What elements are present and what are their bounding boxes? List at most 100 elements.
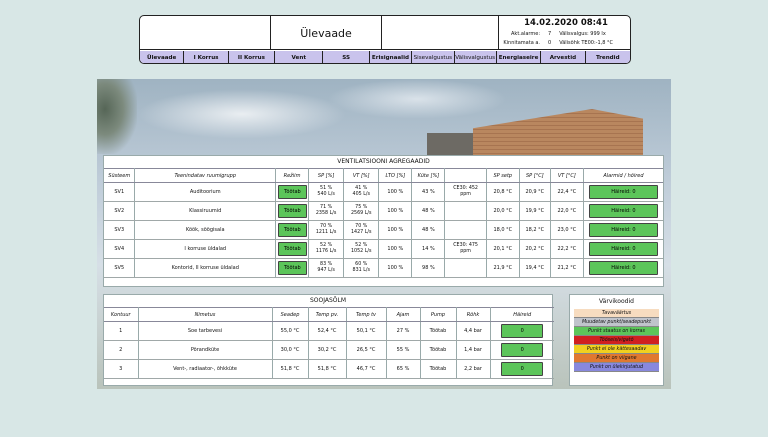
alarm-button[interactable]: 0 [501,343,544,357]
unacked-alarms-count: 0 [548,40,552,46]
table-row[interactable]: SV1 Auditoorium Töötab 51 % 540 L/s 41 % 4… [104,182,663,202]
actuator: 55 % [386,340,421,360]
color-legend-panel: Värvikoodid Tavaväärtus Muudetav punkt/s… [569,294,664,386]
col-reziim: Režiim [275,168,310,183]
room-group: Klassiruumid [134,201,276,221]
legend-item: Punkt ei ole kättesaadav [574,345,659,354]
pressure: 4,4 bar [456,321,491,341]
mode-badge[interactable]: Töötab [278,204,307,218]
circuit-id: 1 [104,321,139,341]
circuit-name: Vent-, radiaator-, õhkküte [138,359,273,379]
nav-ulevaade[interactable]: Ülevaade [140,51,185,63]
col-susteem: Süsteem [104,168,136,183]
heating-title: SOOJASÕLM [309,297,347,304]
mode-badge[interactable]: Töötab [278,223,307,237]
header-spacer [382,16,499,50]
nav-ss[interactable]: SS [323,51,370,63]
alarm-button[interactable]: Häireid: 0 [588,242,658,256]
table-row[interactable]: 1 Soe tarbevesi 55,0 °C 52,4 °C 50,1 °C … [104,321,554,341]
heating-header-row: Kontuur Nimetus Seadep Temp pv. Temp tv … [104,307,554,322]
temp-supply: 52,4 °C [308,321,347,341]
system-id: SV3 [104,220,136,240]
col-pump: Pump [420,307,457,322]
alarm-button[interactable]: 0 [501,362,544,376]
kute-value: 48 % [411,201,446,221]
co2-unit: ppm [460,249,471,254]
supply-temp: 20,9 °C [519,182,551,202]
setpoint[interactable]: 30,0 °C [272,340,309,360]
header-top: Ülevaade 14.02.2020 08:41 Akt.alarme: 7 … [140,16,630,50]
extract-temp: 23,0 °C [550,220,584,240]
lto-value: 100 % [378,258,413,278]
alarm-button[interactable]: Häireid: 0 [588,185,658,199]
pump-status: Töötab [420,359,457,379]
col-sp-pct: SP [%] [308,168,345,183]
col-temp-tv: Temp tv [346,307,387,322]
nav-energiaseire[interactable]: Energiaseire [497,51,542,63]
legend-item: Tavaväärtus [574,309,659,318]
nav-sisevalgustus[interactable]: Sisevalgustus [412,51,455,63]
col-lto: LTO [%] [378,168,413,183]
actuator: 27 % [386,321,421,341]
col-sp-setp: SP setp [486,168,520,183]
kute-value: 43 % [411,182,446,202]
nav-arvestid[interactable]: Arvestid [541,51,586,63]
sp-setpoint[interactable]: 20,8 °C [486,182,520,202]
vt-flow: 1052 L/s [350,249,372,254]
sp-flow: 540 L/s [317,192,335,197]
ventilation-title: VENTILATSIOONI AGREGAADID [337,158,430,165]
supply-temp: 19,4 °C [519,258,551,278]
legend-item: Punkt on viigane [574,354,659,363]
nav-i-korrus[interactable]: I Korrus [184,51,229,63]
unacked-alarms-label: Kinnitamata a. [503,40,540,46]
col-sp-c: SP [°C] [519,168,551,183]
legend-item: Punkt on ülekirjutatud [574,363,659,372]
setpoint[interactable]: 55,0 °C [272,321,309,341]
pressure: 1,4 bar [456,340,491,360]
alarm-button[interactable]: 0 [501,324,544,338]
sp-flow: 947 L/s [317,268,335,273]
table-row[interactable]: SV2 Klassiruumid Töötab 71 % 2358 L/s 75 … [104,201,663,221]
heating-table: Kontuur Nimetus Seadep Temp pv. Temp tv … [104,307,554,379]
nav-ii-korrus[interactable]: II Korrus [229,51,276,63]
table-row[interactable]: 2 Põrandküte 30,0 °C 30,2 °C 26,5 °C 55 … [104,340,554,360]
nav-erisignaalid[interactable]: Erisignaalid [370,51,413,63]
nav-valisvalgustus[interactable]: Välisvalgustus [455,51,497,63]
room-group: Kontorid, II korruse üldalad [134,258,276,278]
extract-temp: 21,2 °C [550,258,584,278]
col-co2 [444,168,487,183]
setpoint[interactable]: 51,8 °C [272,359,309,379]
alarm-button[interactable]: Häireid: 0 [588,204,658,218]
vt-flow: 1427 L/s [350,230,372,235]
kute-value: 14 % [411,239,446,259]
alarm-button[interactable]: Häireid: 0 [588,223,658,237]
system-id: SV1 [104,182,136,202]
room-group: Auditoorium [134,182,276,202]
sp-setpoint[interactable]: 18,0 °C [486,220,520,240]
table-row[interactable]: SV3 Köök, söögisala Töötab 70 % 1211 L/s … [104,220,663,240]
circuit-id: 2 [104,340,139,360]
table-row[interactable]: SV5 Kontorid, II korruse üldalad Töötab … [104,258,663,278]
sp-setpoint[interactable]: 20,0 °C [486,201,520,221]
mode-badge[interactable]: Töötab [278,261,307,275]
nav-vent[interactable]: Vent [275,51,324,63]
sp-setpoint[interactable]: 20,1 °C [486,239,520,259]
table-row[interactable]: 3 Vent-, radiaator-, õhkküte 51,8 °C 51,… [104,359,554,379]
temp-return: 50,1 °C [346,321,387,341]
sp-flow: 1176 L/s [315,249,337,254]
alarm-button[interactable]: Häireid: 0 [588,261,658,275]
vt-flow: 405 L/s [352,192,370,197]
col-kontuur: Kontuur [104,307,139,322]
table-row[interactable]: SV4 I korruse üldalad Töötab 52 % 1176 L/… [104,239,663,259]
mode-badge[interactable]: Töötab [278,242,307,256]
unacked-alarms-row: Kinnitamata a. 0 Välisõhk TE00:-1,8 °C [502,40,613,46]
ventilation-panel: VENTILATSIOONI AGREGAADID Süsteem Teenin… [103,155,664,287]
sp-setpoint[interactable]: 21,9 °C [486,258,520,278]
heating-panel: SOOJASÕLM Kontuur Nimetus Seadep Temp pv… [103,294,554,386]
mode-badge[interactable]: Töötab [278,185,307,199]
tree-image [97,79,137,154]
col-alarmid: Alarmid / hõired [583,168,663,183]
circuit-name: Põrandküte [138,340,273,360]
col-temp-pv: Temp pv. [308,307,347,322]
nav-trendid[interactable]: Trendid [586,51,630,63]
